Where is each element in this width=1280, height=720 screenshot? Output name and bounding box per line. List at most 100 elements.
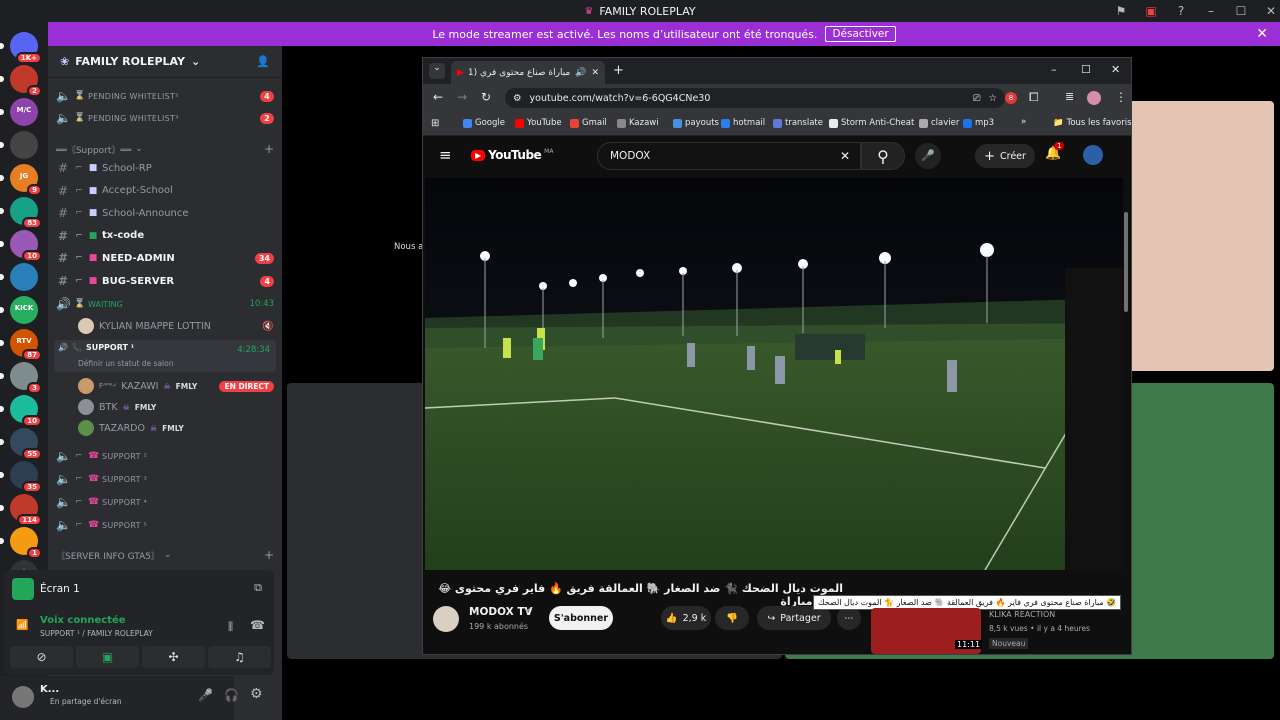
voice-connected-label[interactable]: Voix connectée — [40, 615, 126, 626]
server-icon[interactable] — [10, 131, 38, 159]
forward-icon[interactable]: → — [457, 90, 467, 104]
browser-tab[interactable]: ▶ مباراة صناع محتوى فري (1) 🔊 ✕ — [451, 61, 605, 84]
tab-search-icon[interactable]: ⌄ — [429, 63, 445, 79]
bookmark-item[interactable]: payouts — [673, 118, 719, 128]
search-button[interactable]: ⚲ — [861, 142, 905, 170]
channel-name[interactable]: MODOX TV — [469, 606, 533, 618]
extension-icon[interactable]: 8 — [1005, 92, 1017, 104]
bookmark-star-icon[interactable]: ☆ — [988, 93, 997, 104]
bookmark-item[interactable]: Google — [463, 118, 505, 128]
text-channel[interactable]: # ⌐ ■ Accept-School — [56, 181, 274, 201]
voice-search-icon[interactable]: 🎤 — [915, 143, 941, 169]
user-name[interactable]: K... — [40, 684, 59, 695]
server-icon[interactable]: M/C — [10, 98, 38, 126]
bookmark-item[interactable]: translate — [773, 118, 823, 128]
cast-icon[interactable]: ⎚ — [973, 93, 981, 104]
video-player[interactable] — [425, 178, 1123, 570]
search-input[interactable]: MODOX ✕ — [597, 142, 861, 170]
text-channel[interactable]: # ⌐ ■ NEED-ADMIN 34 — [56, 248, 274, 268]
voice-channel-pending-2[interactable]: 🔈 ⌛ PENDING WHITELIST² 4 — [56, 86, 274, 106]
voice-channel-label[interactable]: SUPPORT ¹ / FAMILY ROLEPLAY — [40, 629, 153, 638]
disconnect-icon[interactable]: ☎ — [250, 618, 265, 632]
voice-user[interactable]: Fᴬᴹᴵᴸʸ KAZAWI ☠ FMLY EN DIRECT — [78, 376, 274, 396]
microphone-icon[interactable]: 🎤 — [198, 688, 213, 702]
settings-icon[interactable]: ⚙ — [250, 686, 263, 702]
voice-channel[interactable]: 🔈 ⌐ ☎ SUPPORT ³ — [56, 469, 274, 489]
subscribe-button[interactable]: S'abonner — [549, 606, 613, 630]
new-tab-icon[interactable]: + — [613, 63, 624, 78]
headphones-icon[interactable]: 🎧 — [224, 688, 239, 702]
text-channel[interactable]: # ⌐ ■ BUG-SERVER 4 — [56, 271, 274, 291]
recommended-video[interactable]: 11:11 KLIKA REACTION 8,5 k vues • il y a… — [871, 608, 1126, 656]
close-icon[interactable]: ✕ — [1256, 26, 1268, 42]
minimize-button[interactable]: – — [1051, 63, 1057, 76]
bookmark-item[interactable]: hotmail — [721, 118, 765, 128]
clear-search-icon[interactable]: ✕ — [840, 149, 850, 163]
screen-share-button[interactable]: ▣ — [76, 646, 139, 668]
close-button[interactable]: ✕ — [1256, 4, 1280, 18]
youtube-logo[interactable]: ▶ YouTube MA — [471, 148, 553, 162]
address-bar[interactable]: ⚙ youtube.com/watch?v=6-6QG4CNe30 ⎚ ☆ — [505, 88, 1005, 108]
voice-channel[interactable]: 🔈 ⌐ ☎ SUPPORT ⁴ — [56, 492, 274, 512]
bookmark-item[interactable]: Gmail — [570, 118, 607, 128]
server-icon[interactable]: 35 — [10, 461, 42, 493]
voice-channel-pending-3[interactable]: 🔈 ⌛ PENDING WHITELIST³ 2 — [56, 108, 274, 128]
voice-user[interactable]: KYLIAN MBAPPE LOTTIN 🔇 — [78, 316, 274, 336]
server-icon[interactable]: 114 — [10, 494, 42, 526]
bookmark-item[interactable]: mp3 — [963, 118, 994, 128]
channel-avatar[interactable] — [433, 606, 459, 632]
server-icon[interactable]: 10 — [10, 230, 42, 262]
voice-channel-support-1[interactable]: 🔊 📞 SUPPORT ¹ 4:28:34 Définir un statut … — [54, 340, 276, 372]
like-button[interactable]: 👍 2,9 k — [661, 606, 711, 630]
dislike-button[interactable]: 👎 — [715, 606, 749, 630]
bookmark-item[interactable]: Storm Anti-Cheat — [829, 118, 914, 128]
server-icon[interactable]: 1 — [10, 527, 42, 559]
close-button[interactable]: ✕ — [1111, 63, 1120, 76]
site-info-icon[interactable]: ⚙ — [513, 93, 522, 104]
bookmark-item[interactable]: Kazawi — [617, 118, 659, 128]
bookmark-item[interactable]: YouTube — [515, 118, 562, 128]
text-channel[interactable]: # ⌐ ■ tx-code — [56, 226, 274, 246]
apps-icon[interactable]: ⊞ — [431, 118, 439, 129]
menu-icon[interactable]: ⋮ — [1115, 90, 1127, 104]
close-tab-icon[interactable]: ✕ — [591, 68, 599, 78]
account-avatar[interactable] — [1083, 145, 1103, 165]
server-icon[interactable] — [10, 263, 38, 291]
page-scrollbar[interactable] — [1123, 208, 1129, 648]
server-icon[interactable]: 10 — [10, 395, 42, 427]
scrollbar-thumb[interactable] — [1124, 212, 1128, 312]
voice-channel[interactable]: 🔈 ⌐ ☎ SUPPORT ⁵ — [56, 515, 274, 535]
more-bookmarks-icon[interactable]: » — [1021, 117, 1026, 127]
server-icon[interactable]: 83 — [10, 197, 42, 229]
server-icon[interactable]: JG 9 — [10, 164, 42, 196]
screen-share-icon[interactable]: ▣ — [1136, 4, 1166, 18]
voice-user[interactable]: TAZARDO ☠ FMLY — [78, 418, 274, 438]
disable-streamer-button[interactable]: Désactiver — [825, 26, 896, 42]
category-server-info[interactable]: 〘SERVER INFO GTA5〙 ⌄ + — [56, 548, 274, 562]
add-channel-icon[interactable]: + — [264, 142, 274, 156]
back-icon[interactable]: ← — [433, 90, 443, 104]
bookmark-item[interactable]: clavier — [919, 118, 959, 128]
text-channel[interactable]: # ⌐ ■ School-Announce — [56, 203, 274, 223]
category-support[interactable]: ══〘Support〙══ ⌄ + — [56, 142, 274, 156]
minimize-button[interactable]: – — [1196, 4, 1226, 18]
hamburger-menu-icon[interactable]: ≡ — [439, 146, 452, 164]
server-header[interactable]: ❀ FAMILY ROLEPLAY ⌄ 👤 — [48, 46, 282, 78]
server-icon[interactable]: RTV 87 — [10, 329, 42, 361]
extensions-puzzle-icon[interactable]: ⧠ — [1029, 90, 1039, 105]
add-channel-icon[interactable]: + — [264, 548, 274, 562]
server-icon[interactable]: 55 — [10, 428, 42, 460]
create-button[interactable]: + Créer — [975, 144, 1035, 168]
reload-icon[interactable]: ↻ — [481, 90, 491, 104]
video-off-button[interactable]: ⊘ — [10, 646, 73, 668]
popout-icon[interactable]: ⧉ — [254, 581, 262, 595]
inbox-icon[interactable]: ⚑ — [1106, 4, 1136, 18]
voice-user[interactable]: BTK ☠ FMLY — [78, 397, 274, 417]
soundboard-button[interactable]: ♫ — [208, 646, 271, 668]
maximize-button[interactable]: ☐ — [1226, 4, 1256, 18]
maximize-button[interactable]: ☐ — [1081, 63, 1091, 76]
all-bookmarks[interactable]: 📁 Tous les favoris — [1053, 118, 1132, 128]
server-icon[interactable]: 2 — [10, 65, 42, 97]
noise-suppression-icon[interactable]: ⫼ — [228, 620, 233, 634]
help-icon[interactable]: ? — [1166, 4, 1196, 18]
